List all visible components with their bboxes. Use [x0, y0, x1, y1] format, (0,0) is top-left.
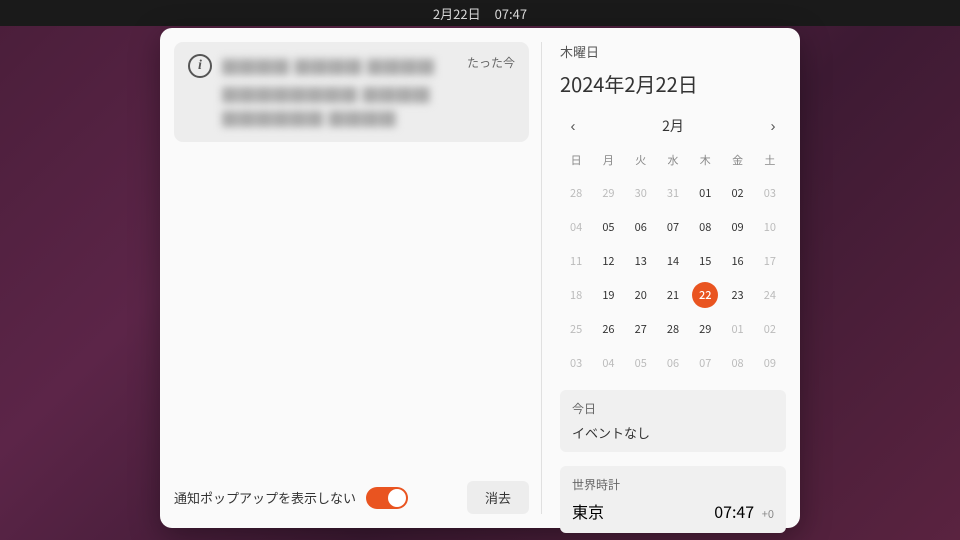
prev-month-button[interactable]: ‹: [562, 118, 584, 135]
notification-body: ████ ████ ████ たった今 ████████ ████ ██████…: [222, 54, 515, 130]
toggle-knob: [388, 489, 406, 507]
calendar-day[interactable]: 23: [725, 282, 751, 308]
calendar-grid: 日月火水木金土282930310102030405060708091011121…: [560, 148, 786, 376]
calendar-day[interactable]: 17: [757, 248, 783, 274]
calendar-day[interactable]: 06: [628, 214, 654, 240]
world-clock-section[interactable]: 世界時計 東京 07:47 +0: [560, 466, 786, 533]
calendar-day[interactable]: 04: [595, 350, 621, 376]
calendar-day[interactable]: 10: [757, 214, 783, 240]
top-bar[interactable]: 2月22日 07:47: [0, 0, 960, 26]
dow-header: 月: [592, 148, 624, 172]
calendar-day[interactable]: 05: [595, 214, 621, 240]
calendar-day[interactable]: 31: [660, 180, 686, 206]
calendar-day[interactable]: 09: [725, 214, 751, 240]
month-label: 2月: [662, 116, 684, 136]
calendar-day[interactable]: 08: [725, 350, 751, 376]
dow-header: 日: [560, 148, 592, 172]
datetime-popup: i ████ ████ ████ たった今 ████████ ████ ████…: [160, 28, 800, 528]
calendar-day[interactable]: 18: [563, 282, 589, 308]
calendar-day[interactable]: 29: [692, 316, 718, 342]
full-date-label: 2024年2月22日: [560, 69, 786, 98]
calendar-day-today[interactable]: 22: [692, 282, 718, 308]
calendar-day[interactable]: 06: [660, 350, 686, 376]
calendar-day[interactable]: 01: [725, 316, 751, 342]
calendar-pane: 木曜日 2024年2月22日 ‹ 2月 › 日月火水木金土28293031010…: [542, 42, 786, 514]
calendar-day[interactable]: 21: [660, 282, 686, 308]
calendar-day[interactable]: 28: [660, 316, 686, 342]
month-nav: ‹ 2月 ›: [560, 112, 786, 140]
calendar-day[interactable]: 03: [757, 180, 783, 206]
calendar-day[interactable]: 11: [563, 248, 589, 274]
calendar-day[interactable]: 07: [692, 350, 718, 376]
world-clock-title: 世界時計: [572, 476, 774, 493]
calendar-day[interactable]: 15: [692, 248, 718, 274]
calendar-day[interactable]: 14: [660, 248, 686, 274]
clear-button[interactable]: 消去: [467, 481, 529, 514]
calendar-day[interactable]: 03: [563, 350, 589, 376]
weekday-label: 木曜日: [560, 42, 786, 61]
dow-header: 火: [625, 148, 657, 172]
calendar-day[interactable]: 29: [595, 180, 621, 206]
calendar-day[interactable]: 07: [660, 214, 686, 240]
dnd-toggle[interactable]: [366, 487, 408, 509]
calendar-day[interactable]: 12: [595, 248, 621, 274]
world-clock-time: 07:47: [714, 499, 754, 523]
calendar-day[interactable]: 13: [628, 248, 654, 274]
calendar-day[interactable]: 02: [725, 180, 751, 206]
notification-title: ████ ████ ████: [222, 54, 435, 78]
calendar-day[interactable]: 28: [563, 180, 589, 206]
notification-time: たった今: [467, 54, 515, 78]
world-clock-offset: +0: [762, 506, 774, 522]
calendar-day[interactable]: 05: [628, 350, 654, 376]
info-icon: i: [188, 54, 212, 78]
calendar-day[interactable]: 01: [692, 180, 718, 206]
notifications-pane: i ████ ████ ████ たった今 ████████ ████ ████…: [174, 42, 542, 514]
calendar-day[interactable]: 19: [595, 282, 621, 308]
calendar-day[interactable]: 04: [563, 214, 589, 240]
topbar-time: 07:47: [495, 4, 527, 23]
dow-header: 土: [754, 148, 786, 172]
next-month-button[interactable]: ›: [762, 118, 784, 135]
calendar-day[interactable]: 27: [628, 316, 654, 342]
calendar-day[interactable]: 09: [757, 350, 783, 376]
notification-item[interactable]: i ████ ████ ████ たった今 ████████ ████ ████…: [174, 42, 529, 142]
calendar-day[interactable]: 25: [563, 316, 589, 342]
today-title: 今日: [572, 400, 774, 417]
notifications-footer: 通知ポップアップを表示しない 消去: [174, 473, 529, 514]
topbar-date: 2月22日: [433, 4, 481, 23]
world-clock-city: 東京: [572, 499, 604, 523]
dnd-label: 通知ポップアップを表示しない: [174, 488, 356, 507]
today-events-section[interactable]: 今日 イベントなし: [560, 390, 786, 452]
calendar-day[interactable]: 16: [725, 248, 751, 274]
dow-header: 木: [689, 148, 721, 172]
dow-header: 水: [657, 148, 689, 172]
today-body: イベントなし: [572, 423, 774, 442]
notification-text: ████████ ████ ██████ ████: [222, 82, 515, 130]
calendar-day[interactable]: 02: [757, 316, 783, 342]
calendar-day[interactable]: 24: [757, 282, 783, 308]
calendar-day[interactable]: 26: [595, 316, 621, 342]
dow-header: 金: [721, 148, 753, 172]
calendar-day[interactable]: 30: [628, 180, 654, 206]
calendar-day[interactable]: 08: [692, 214, 718, 240]
calendar-day[interactable]: 20: [628, 282, 654, 308]
